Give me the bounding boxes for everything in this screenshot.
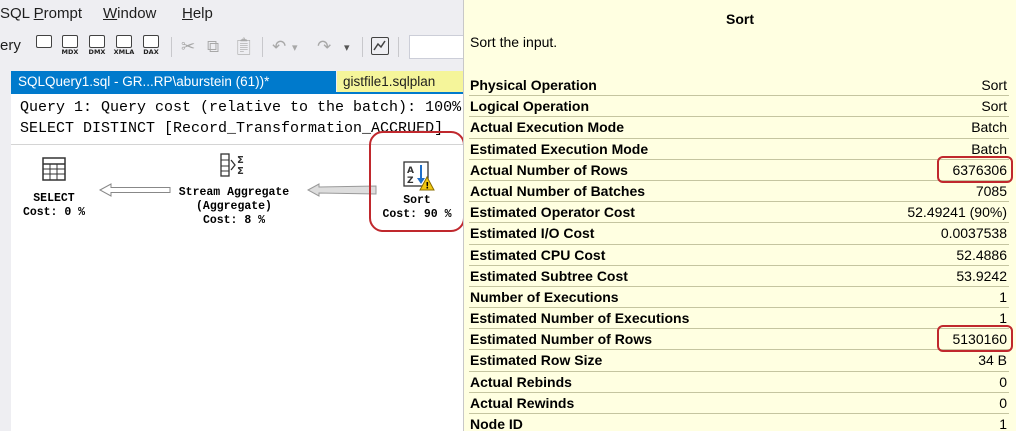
property-label: Actual Execution Mode	[470, 119, 625, 136]
database-combo[interactable]	[409, 35, 463, 59]
property-label: Estimated Number of Rows	[470, 331, 653, 348]
property-value: Sort	[981, 77, 1007, 93]
query-cost-line: Query 1: Query cost (relative to the bat…	[20, 99, 462, 116]
property-value: Batch	[971, 140, 1007, 157]
select-cost: Cost: 0 %	[22, 206, 86, 219]
tooltip-row: Actual Number of Rows 6376306	[469, 155, 1013, 183]
undo-icon[interactable]: ↶	[272, 37, 286, 57]
property-value: 34 B	[978, 352, 1007, 369]
new-query-partial-label[interactable]: ery	[0, 37, 21, 54]
cut-icon[interactable]: ✂	[181, 37, 195, 57]
property-value: 53.9242	[956, 267, 1007, 284]
new-query-icon[interactable]	[34, 35, 54, 57]
tooltip-row: Physical Operation Sort	[469, 75, 1009, 97]
plan-node-select[interactable]: SELECT Cost: 0 %	[19, 156, 89, 220]
svg-text:Σ: Σ	[237, 166, 244, 177]
tooltip-row: Actual Execution Mode Batch	[469, 117, 1009, 139]
menu-help[interactable]: Help	[182, 5, 213, 22]
tooltip-row: Estimated Row Size 34 B	[469, 350, 1009, 372]
property-label: Estimated Execution Mode	[470, 140, 649, 157]
property-label: Estimated Row Size	[470, 352, 603, 369]
tooltip-row: Estimated Subtree Cost 53.9242	[469, 266, 1009, 287]
property-label: Logical Operation	[470, 98, 590, 115]
toolbar-separator	[362, 37, 363, 57]
property-value: 1	[999, 310, 1007, 327]
svg-text:Σ: Σ	[237, 155, 244, 166]
tooltip-row: Number of Executions 1	[469, 287, 1009, 309]
property-label: Estimated Operator Cost	[470, 204, 635, 221]
ssms-window: SQL Prompt Window Help ery MDX DMX XMLA …	[0, 0, 463, 431]
tooltip-row: Estimated Execution Mode Batch	[469, 139, 1009, 160]
property-label: Physical Operation	[470, 77, 597, 93]
tooltip-property-list: Physical Operation Sort Logical Operation S…	[469, 75, 1013, 431]
stream-aggregate-icon: Σ Σ	[220, 153, 244, 177]
tooltip-row: Estimated Number of Executions 1	[469, 308, 1009, 330]
plan-node-stream-aggregate[interactable]: Σ Σ Stream Aggregate (Aggregate) Cost: 8…	[161, 152, 307, 228]
property-label: Estimated CPU Cost	[470, 246, 606, 263]
tooltip-row: Estimated Operator Cost 52.49241 (90%)	[469, 202, 1009, 224]
property-value: 52.4886	[956, 246, 1007, 263]
flow-arrow-to-aggregate	[307, 183, 377, 197]
tooltip-row: Actual Rewinds 0	[469, 393, 1009, 414]
menu-sql-prompt[interactable]: SQL Prompt	[0, 5, 82, 22]
copy-icon[interactable]: ⧉	[207, 37, 219, 57]
property-value: 52.49241 (90%)	[907, 204, 1007, 221]
document-tabs: SQLQuery1.sql - GR...RP\aburstein (61))*…	[0, 63, 463, 94]
property-value: 1	[999, 416, 1007, 431]
property-value: Sort	[981, 98, 1007, 115]
mdx-query-icon[interactable]: MDX	[60, 35, 80, 57]
menu-window[interactable]: Window	[103, 5, 156, 22]
dmx-query-icon[interactable]: DMX	[87, 35, 107, 57]
property-value: 1	[999, 288, 1007, 305]
toolbar: ery MDX DMX XMLA DAX ✂ ⧉ 📋︎ ↶ ▾ ↷ ▾	[0, 29, 463, 63]
property-label: Estimated Subtree Cost	[470, 267, 628, 284]
sort-node-highlight	[369, 131, 463, 232]
stream-aggregate-sub: (Aggregate)	[196, 200, 272, 213]
property-label: Estimated I/O Cost	[470, 225, 595, 242]
menu-bar: SQL Prompt Window Help	[0, 0, 463, 29]
tooltip-row: Estimated CPU Cost 52.4886	[469, 245, 1009, 266]
property-value: 0	[999, 373, 1007, 390]
stream-aggregate-label: Stream Aggregate	[178, 186, 290, 199]
property-value: 0	[999, 394, 1007, 411]
paste-icon[interactable]: 📋︎	[233, 37, 255, 57]
sort-properties-tooltip: Sort Sort the input. Physical Operation S…	[463, 0, 1016, 431]
redo-icon[interactable]: ↷	[317, 37, 331, 57]
toolbar-separator	[262, 37, 263, 57]
tooltip-title: Sort	[726, 11, 754, 27]
property-label: Actual Number of Batches	[470, 182, 646, 199]
property-value: Batch	[971, 119, 1007, 136]
dax-query-icon[interactable]: DAX	[141, 35, 161, 57]
value-highlight	[936, 155, 1013, 183]
select-icon	[42, 157, 66, 181]
tooltip-row: Node ID 1	[469, 414, 1009, 431]
property-value: 7085	[975, 182, 1007, 199]
toolbar-separator	[398, 37, 399, 57]
tab-gistfile1-sqlplan[interactable]: gistfile1.sqlplan	[337, 71, 463, 94]
tab-sqlquery1[interactable]: SQLQuery1.sql - GR...RP\aburstein (61))*	[11, 71, 336, 94]
property-label: Actual Rebinds	[470, 373, 572, 390]
property-label: Actual Rewinds	[470, 394, 575, 411]
tooltip-row: Logical Operation Sort	[469, 96, 1009, 118]
redo-dropdown-icon[interactable]: ▾	[344, 41, 350, 54]
tooltip-row: Actual Rebinds 0	[469, 372, 1009, 393]
xmla-query-icon[interactable]: XMLA	[114, 35, 134, 57]
tooltip-row: Estimated Number of Rows 5130160	[469, 325, 1013, 353]
property-label: Node ID	[470, 416, 523, 431]
toolbar-separator	[171, 37, 172, 57]
stream-aggregate-cost: Cost: 8 %	[202, 214, 266, 227]
tooltip-row: Actual Number of Batches 7085	[469, 181, 1009, 203]
tooltip-row: Estimated I/O Cost 0.0037538	[469, 223, 1009, 245]
property-label: Number of Executions	[470, 288, 619, 305]
value-highlight	[936, 325, 1013, 353]
select-label: SELECT	[33, 192, 75, 205]
screenshot-icon[interactable]	[371, 37, 389, 55]
undo-dropdown-icon[interactable]: ▾	[292, 41, 298, 54]
property-label: Estimated Number of Executions	[470, 310, 690, 327]
tooltip-description: Sort the input.	[470, 34, 558, 50]
property-label: Actual Number of Rows	[470, 161, 628, 178]
property-value: 0.0037538	[940, 225, 1007, 242]
